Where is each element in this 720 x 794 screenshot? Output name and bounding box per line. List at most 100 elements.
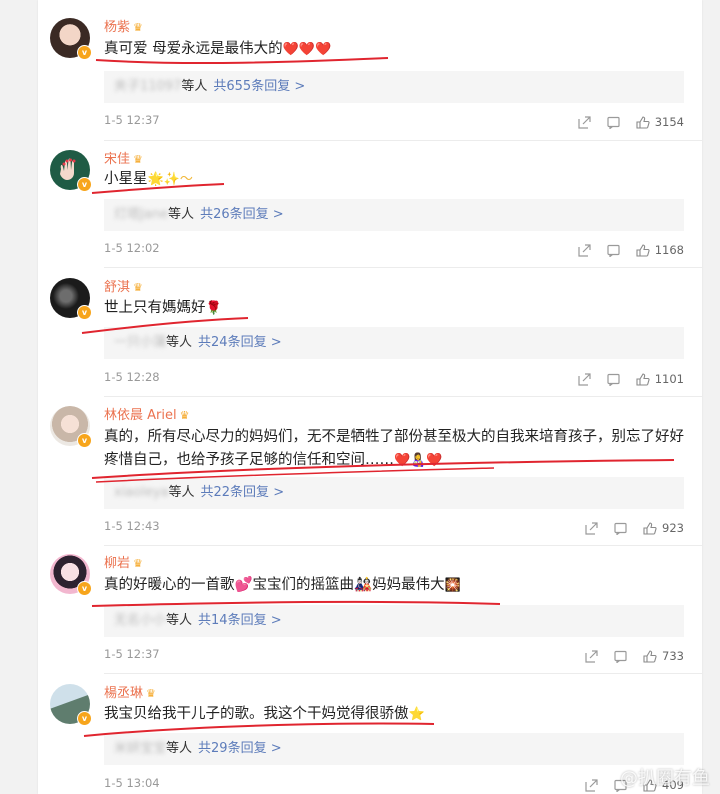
comment-icon[interactable] — [607, 373, 620, 386]
thumbs-up-icon — [636, 372, 650, 386]
reply-username: 一只小蒲 — [114, 335, 167, 350]
action-bar: 1101 — [562, 370, 684, 388]
crown-member-icon: ♛ — [133, 153, 143, 166]
commenter-name[interactable]: 舒淇 ♛ — [104, 276, 143, 295]
verified-v-badge-icon: v — [77, 177, 92, 192]
reply-count-link[interactable]: 共655条回复 > — [213, 79, 305, 94]
divider — [104, 545, 702, 546]
rose-emoji: 🌹 — [205, 301, 222, 316]
comment-meta: 1-5 12:02 1168 — [104, 241, 684, 259]
comment-text: 世上只有媽媽好🌹 — [104, 300, 222, 316]
thumbs-up-icon — [643, 649, 657, 663]
commenter-name[interactable]: 宋佳 ♛ — [104, 148, 143, 167]
comment-text: 我宝贝给我干儿子的歌。我这个干妈觉得很骄傲⭐ — [104, 706, 425, 722]
thumbs-up-icon — [643, 521, 657, 535]
reply-username: xiaoleya — [114, 485, 169, 500]
heart-mother-emoji: ❤️👩‍🍼❤️ — [394, 453, 443, 468]
comment-meta: 1-5 12:43 923 — [104, 519, 684, 537]
action-bar: 923 — [569, 519, 684, 537]
verified-v-badge-icon: v — [77, 581, 92, 596]
comment-time: 1-5 12:37 — [104, 113, 160, 127]
reply-username: 米妍宝宝 — [114, 741, 167, 756]
like-count: 923 — [662, 521, 684, 535]
thumbs-up-icon — [636, 243, 650, 257]
avatar[interactable]: v — [50, 18, 92, 60]
share-icon[interactable] — [585, 521, 598, 535]
comment-time: 1-5 12:02 — [104, 241, 160, 255]
like-button[interactable]: 733 — [643, 649, 684, 663]
reply-count-link[interactable]: 共24条回复 > — [198, 335, 282, 350]
share-icon[interactable] — [578, 372, 591, 386]
like-button[interactable]: 1101 — [636, 372, 684, 386]
comment-sheet: v 杨紫 ♛ 真可爱 母爱永远是最伟大的❤️❤️❤️ 夹子11097等人 共655条… — [38, 0, 702, 794]
reply-summary[interactable]: 无名小小等人 共14条回复 > — [104, 605, 684, 637]
reply-suffix: 等人 — [166, 741, 193, 756]
share-icon[interactable] — [585, 649, 598, 663]
reply-suffix: 等人 — [168, 485, 195, 500]
crown-member-icon: ♛ — [179, 409, 190, 422]
commenter-name[interactable]: 杨紫 ♛ — [104, 16, 143, 35]
comment-icon[interactable] — [607, 244, 620, 257]
reply-username: 夹子11097 — [114, 79, 182, 94]
crown-member-icon: ♛ — [146, 687, 156, 700]
verified-v-badge-icon: v — [77, 711, 92, 726]
reply-count-link[interactable]: 共22条回复 > — [201, 485, 285, 500]
reply-summary[interactable]: 灯塔Jane等人 共26条回复 > — [104, 199, 684, 231]
reply-suffix: 等人 — [181, 79, 208, 94]
avatar[interactable]: v — [50, 278, 92, 320]
avatar[interactable]: v — [50, 150, 92, 192]
reply-summary[interactable]: xiaoleya等人 共22条回复 > — [104, 477, 684, 509]
commenter-name[interactable]: 柳岩 ♛ — [104, 552, 143, 571]
comment-time: 1-5 12:37 — [104, 647, 160, 661]
share-icon[interactable] — [578, 243, 591, 257]
action-bar: 733 — [569, 647, 684, 665]
share-icon[interactable] — [578, 115, 591, 129]
avatar[interactable]: v — [50, 406, 92, 448]
like-count: 733 — [662, 649, 684, 663]
avatar[interactable]: v — [50, 554, 92, 596]
reply-count-link[interactable]: 共14条回复 > — [198, 613, 282, 628]
action-bar: 1168 — [562, 241, 684, 259]
commenter-name[interactable]: 楊丞琳 ♛ — [104, 682, 156, 701]
avatar[interactable]: v — [50, 684, 92, 726]
reply-count-link[interactable]: 共26条回复 > — [200, 207, 284, 222]
comment-text: 小星星🌟✨～ — [104, 171, 193, 187]
comment-icon[interactable] — [614, 650, 627, 663]
crown-member-icon: ♛ — [133, 21, 143, 34]
fireworks-emoji: 🎇 — [444, 578, 461, 593]
reply-suffix: 等人 — [168, 207, 195, 222]
reply-summary[interactable]: 夹子11097等人 共655条回复 > — [104, 71, 684, 103]
comment-text: 真可爱 母爱永远是最伟大的❤️❤️❤️ — [104, 41, 332, 57]
divider — [104, 673, 702, 674]
like-button[interactable]: 3154 — [636, 115, 684, 129]
comment-time: 1-5 13:04 — [104, 776, 160, 790]
reply-count-link[interactable]: 共29条回复 > — [198, 741, 282, 756]
crown-member-icon: ♛ — [133, 557, 143, 570]
reply-summary[interactable]: 一只小蒲等人 共24条回复 > — [104, 327, 684, 359]
comment-meta: 1-5 12:37 3154 — [104, 113, 684, 131]
reply-suffix: 等人 — [166, 613, 193, 628]
star-emoji: 🌟✨～ — [147, 172, 193, 187]
reply-suffix: 等人 — [166, 335, 193, 350]
comment-icon[interactable] — [614, 522, 627, 535]
comment-text: 真的，所有尽心尽力的妈妈们，无不是牺牲了部份甚至极大的自我来培育孩子，别忘了好好… — [104, 429, 684, 468]
comment-time: 1-5 12:43 — [104, 519, 160, 533]
reply-username: 无名小小 — [114, 613, 167, 628]
like-button[interactable]: 1168 — [636, 243, 684, 257]
like-button[interactable]: 923 — [643, 521, 684, 535]
thumbs-up-icon — [636, 115, 650, 129]
share-icon[interactable] — [585, 778, 598, 792]
star-emoji: ⭐ — [408, 707, 425, 722]
comment-icon[interactable] — [607, 116, 620, 129]
reply-summary[interactable]: 米妍宝宝等人 共29条回复 > — [104, 733, 684, 765]
verified-v-badge-icon: v — [77, 433, 92, 448]
comment-meta: 1-5 13:04 409 — [104, 776, 684, 794]
action-bar: 3154 — [562, 113, 684, 131]
comment-time: 1-5 12:28 — [104, 370, 160, 384]
reply-username: 灯塔Jane — [114, 207, 169, 222]
heart-emoji: ❤️❤️❤️ — [282, 42, 332, 57]
watermark: @扒圈有鱼 — [620, 768, 710, 789]
divider — [104, 396, 702, 397]
comment-meta: 1-5 12:28 1101 — [104, 370, 684, 388]
commenter-name[interactable]: 林依晨 Ariel ♛ — [104, 404, 189, 423]
